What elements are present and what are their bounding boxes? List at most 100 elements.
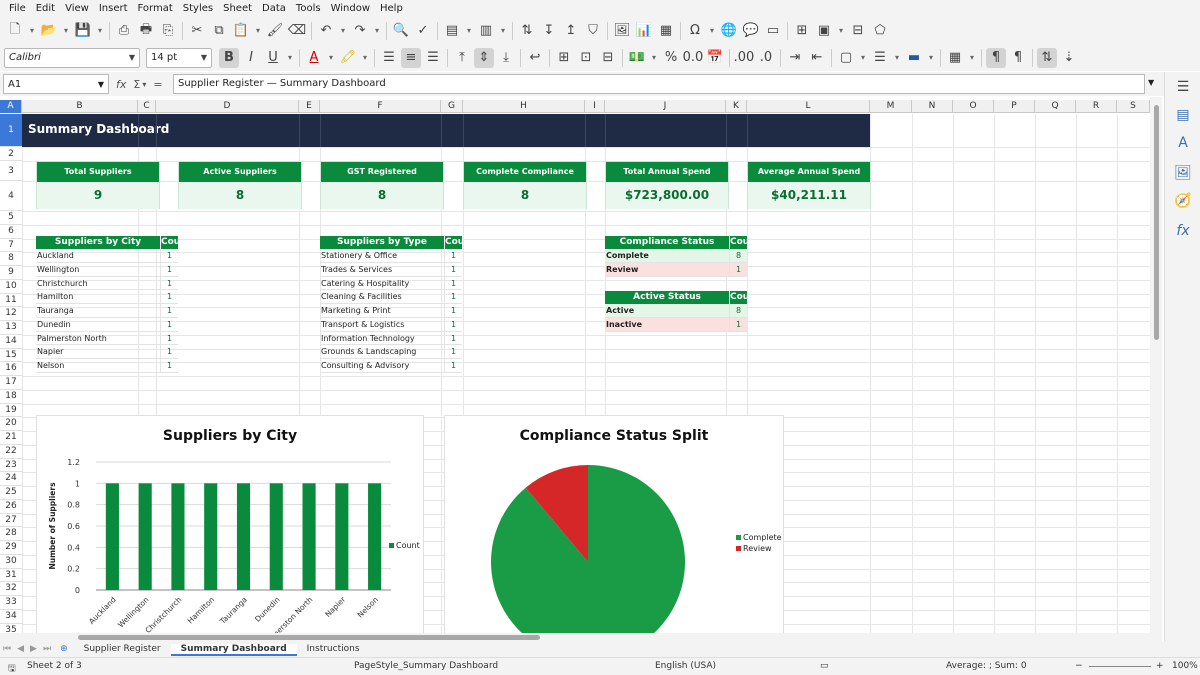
row-header-26[interactable]: 26 bbox=[0, 500, 22, 514]
bar[interactable] bbox=[236, 483, 251, 590]
sort-icon[interactable]: ⇅ bbox=[517, 21, 537, 41]
row-header-19[interactable]: 19 bbox=[0, 404, 22, 418]
vertical-scrollbar[interactable] bbox=[1150, 97, 1162, 642]
table-row-label[interactable]: Active bbox=[605, 304, 729, 318]
table-row-label[interactable]: Christchurch bbox=[36, 277, 160, 291]
table-row-label[interactable]: Marketing & Print bbox=[320, 304, 444, 318]
table-row-label[interactable]: Tauranga bbox=[36, 304, 160, 318]
row-header-31[interactable]: 31 bbox=[0, 569, 22, 583]
column-header-d[interactable]: D bbox=[156, 100, 299, 113]
column-header-b[interactable]: B bbox=[22, 100, 138, 113]
page-style[interactable]: PageStyle_Summary Dashboard bbox=[354, 661, 498, 671]
table-row-count[interactable]: 8 bbox=[729, 304, 747, 318]
menu-file[interactable]: File bbox=[4, 0, 31, 17]
column-header-f[interactable]: F bbox=[320, 100, 441, 113]
horizontal-scroll-thumb[interactable] bbox=[78, 635, 540, 640]
bar[interactable] bbox=[368, 483, 382, 590]
row-header-13[interactable]: 13 bbox=[0, 321, 22, 335]
row-header-27[interactable]: 27 bbox=[0, 514, 22, 528]
row-header-33[interactable]: 33 bbox=[0, 596, 22, 610]
menu-help[interactable]: Help bbox=[375, 0, 408, 17]
table-row-count[interactable]: 1 bbox=[160, 345, 178, 359]
column-header-l[interactable]: L bbox=[747, 100, 870, 113]
bold-icon[interactable]: B bbox=[219, 47, 239, 68]
table-row-count[interactable]: 1 bbox=[444, 317, 462, 332]
table-row-count[interactable]: 1 bbox=[444, 331, 462, 346]
bar[interactable] bbox=[138, 483, 152, 590]
freeze-dropdown-icon[interactable]: ▾ bbox=[836, 21, 846, 41]
save-dropdown-icon[interactable]: ▾ bbox=[95, 21, 105, 41]
clone-formatting-icon[interactable]: 🖌 bbox=[265, 21, 285, 41]
bar[interactable] bbox=[335, 483, 349, 590]
undo-dropdown-icon[interactable]: ▾ bbox=[338, 21, 348, 41]
row-header-15[interactable]: 15 bbox=[0, 349, 22, 363]
align-bottom-icon[interactable]: ⤓ bbox=[496, 48, 516, 68]
table-row-label[interactable]: Cleaning & Facilities bbox=[320, 290, 444, 304]
font-name-combo[interactable]: Calibri ▼ bbox=[4, 47, 140, 68]
formula-icon[interactable]: = bbox=[153, 78, 162, 91]
number-format-icon[interactable]: 0.0 bbox=[683, 48, 704, 68]
menu-format[interactable]: Format bbox=[133, 0, 178, 17]
chevron-down-icon[interactable]: ▼ bbox=[98, 80, 104, 89]
table-row-count[interactable]: 1 bbox=[160, 304, 178, 318]
currency-dropdown-icon[interactable]: ▾ bbox=[649, 48, 659, 68]
border-color-icon[interactable]: ▬ bbox=[904, 48, 924, 68]
decrease-indent-icon[interactable]: ⇤ bbox=[807, 48, 827, 68]
menu-window[interactable]: Window bbox=[326, 0, 375, 17]
menu-view[interactable]: View bbox=[60, 0, 94, 17]
insert-chart-icon[interactable]: 📊 bbox=[634, 21, 654, 41]
row-header-11[interactable]: 11 bbox=[0, 294, 22, 308]
date-format-icon[interactable]: 📅 bbox=[705, 48, 725, 68]
row-header-29[interactable]: 29 bbox=[0, 541, 22, 555]
row-icon[interactable]: ▤ bbox=[442, 21, 462, 41]
menu-data[interactable]: Data bbox=[257, 0, 291, 17]
row-header-20[interactable]: 20 bbox=[0, 417, 22, 431]
italic-icon[interactable]: I bbox=[241, 48, 261, 68]
table-row-count[interactable]: 1 bbox=[160, 317, 178, 332]
column-header-g[interactable]: G bbox=[441, 100, 463, 113]
column-header-r[interactable]: R bbox=[1076, 100, 1117, 113]
print-icon[interactable]: 🖶 bbox=[136, 21, 156, 41]
insert-image-icon[interactable]: 🖼 bbox=[612, 21, 632, 41]
underline-dropdown-icon[interactable]: ▾ bbox=[285, 48, 295, 68]
table-row-count[interactable]: 1 bbox=[729, 317, 747, 332]
right-to-left-icon[interactable]: ¶ bbox=[1008, 48, 1028, 68]
row-header-22[interactable]: 22 bbox=[0, 445, 22, 459]
row-header-7[interactable]: 7 bbox=[0, 239, 22, 253]
row-header-8[interactable]: 8 bbox=[0, 252, 22, 266]
column-header-h[interactable]: H bbox=[463, 100, 585, 113]
redo-dropdown-icon[interactable]: ▾ bbox=[372, 21, 382, 41]
bar[interactable] bbox=[105, 483, 119, 590]
last-sheet-icon[interactable]: ⏭ bbox=[40, 641, 54, 657]
table-row-count[interactable]: 1 bbox=[444, 290, 462, 304]
row-header-18[interactable]: 18 bbox=[0, 390, 22, 404]
table-row-count[interactable]: 1 bbox=[160, 249, 178, 263]
row-header-35[interactable]: 35 bbox=[0, 624, 22, 634]
align-middle-icon[interactable]: ⇕ bbox=[474, 47, 494, 68]
text-vertical-icon[interactable]: ⇅ bbox=[1037, 47, 1057, 68]
wrap-text-icon[interactable]: ↩ bbox=[525, 48, 545, 68]
conditional-format-dropdown-icon[interactable]: ▾ bbox=[967, 48, 977, 68]
table-row-label[interactable]: Stationery & Office bbox=[320, 249, 444, 263]
row-header-2[interactable]: 2 bbox=[0, 147, 22, 161]
row-header-32[interactable]: 32 bbox=[0, 582, 22, 596]
table-row-label[interactable]: Inactive bbox=[605, 317, 729, 332]
prev-sheet-icon[interactable]: ◀ bbox=[14, 641, 27, 657]
column-header-s[interactable]: S bbox=[1117, 100, 1150, 113]
column-header-a[interactable]: A bbox=[0, 100, 22, 113]
row-header-3[interactable]: 3 bbox=[0, 161, 22, 181]
tab-instructions[interactable]: Instructions bbox=[297, 644, 370, 654]
spelling-icon[interactable]: ✓ bbox=[413, 21, 433, 41]
delete-decimal-icon[interactable]: .0 bbox=[756, 48, 776, 68]
save-status-icon[interactable]: 🖫 bbox=[8, 661, 16, 675]
open-folder-icon[interactable]: 📂 bbox=[39, 21, 59, 41]
highlight-color-icon[interactable]: 🖍 bbox=[338, 48, 358, 68]
save-icon[interactable]: 💾 bbox=[73, 21, 93, 41]
table-row-label[interactable]: Transport & Logistics bbox=[320, 318, 444, 332]
table-row-count[interactable]: 1 bbox=[160, 262, 178, 277]
row-header-6[interactable]: 6 bbox=[0, 225, 22, 239]
table-row-count[interactable]: 1 bbox=[444, 276, 462, 291]
split-window-icon[interactable]: ⊟ bbox=[848, 21, 868, 41]
new-document-icon[interactable]: 🗋 bbox=[5, 21, 25, 41]
column-header-o[interactable]: O bbox=[953, 100, 994, 113]
